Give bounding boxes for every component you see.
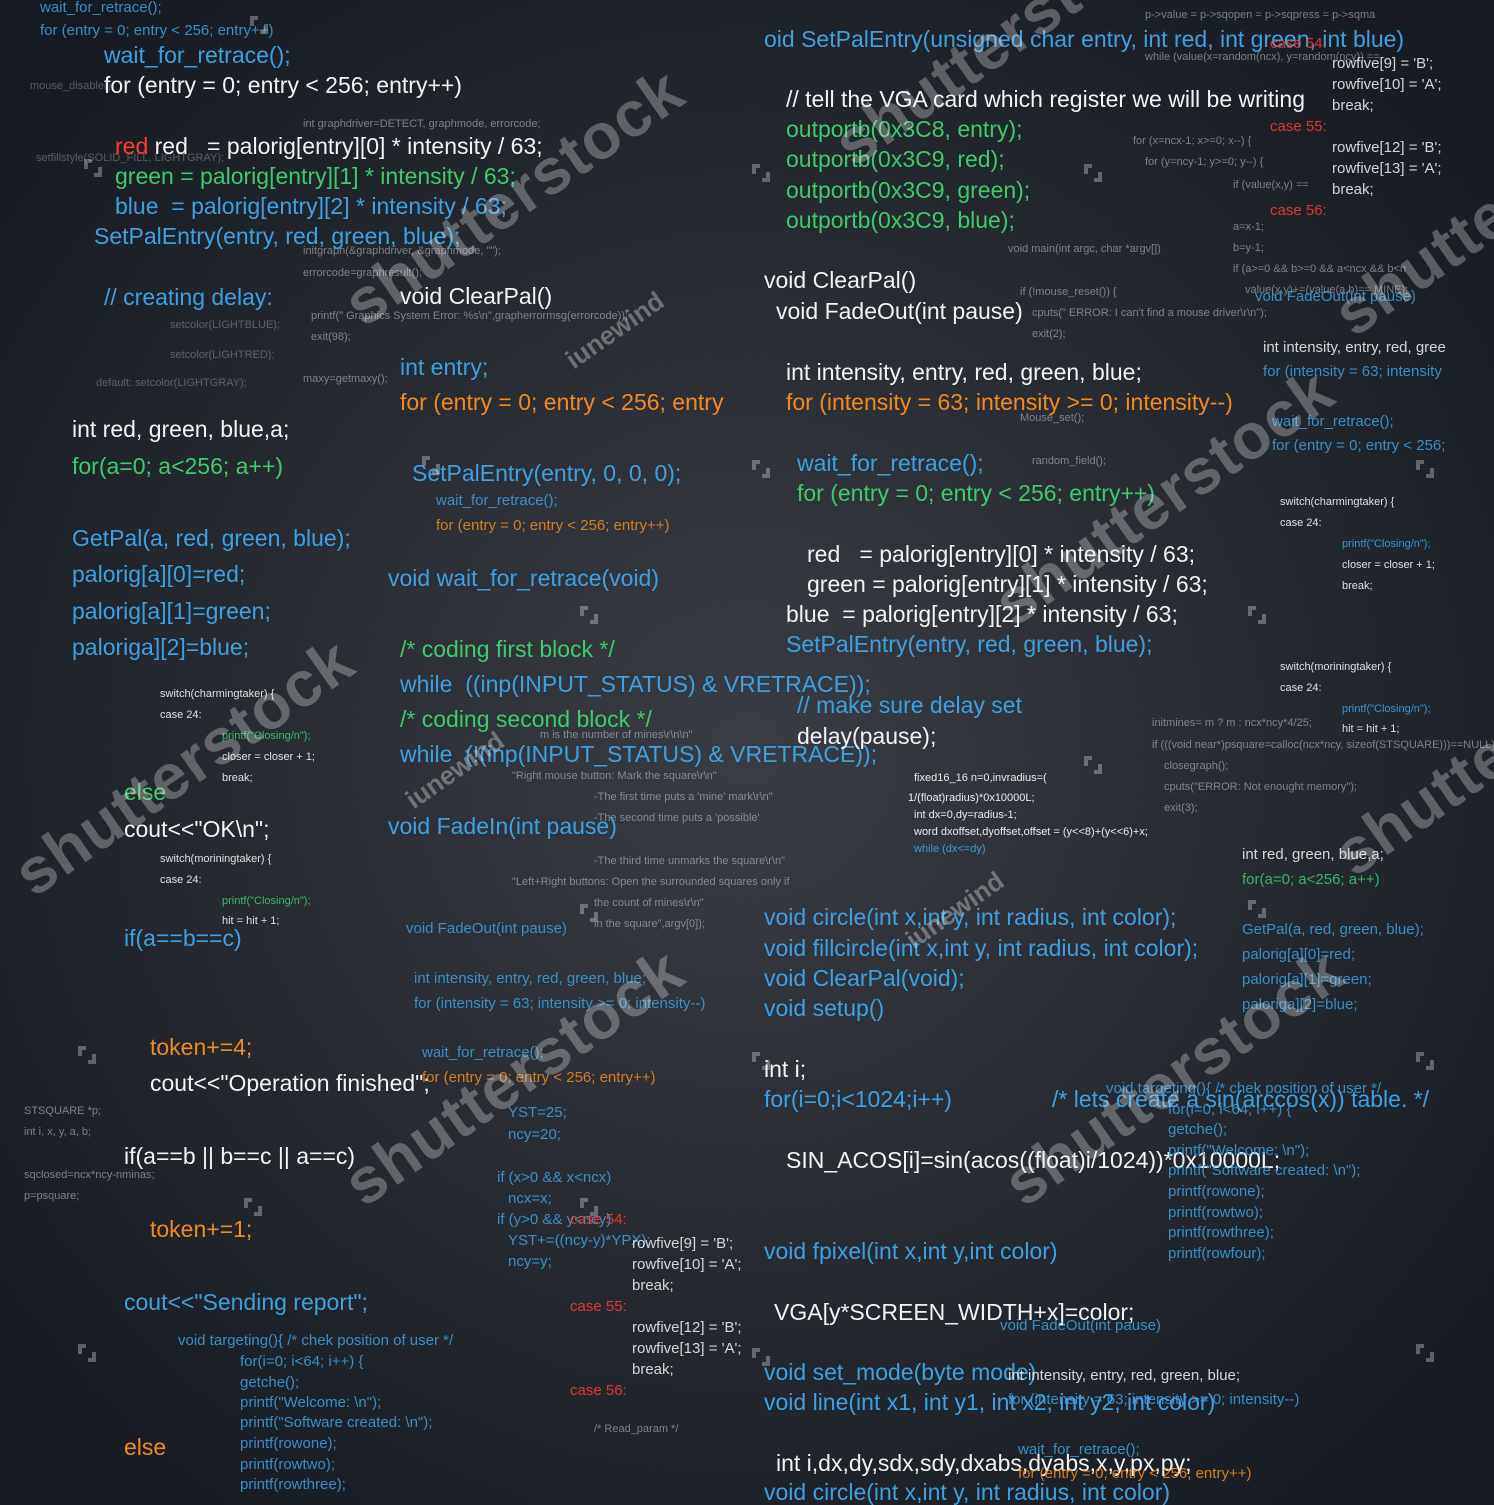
shutterstock-watermark: shutterstock [990,933,1357,1220]
shutterstock-logo-icon [1084,164,1102,182]
shutterstock-watermark: shutterstock [820,0,1187,180]
author-watermark: iunewind [900,865,1010,955]
author-watermark: iunewind [400,725,510,815]
shutterstock-logo-icon [78,1344,96,1362]
shutterstock-logo-icon [752,460,770,478]
shutterstock-watermark: shutterstock [1320,63,1494,350]
shutterstock-watermark: shutterstock [1320,603,1494,890]
shutterstock-logo-icon [78,1046,96,1064]
shutterstock-logo-icon [1084,756,1102,774]
watermark-layer: shutterstock shutterstock shutterstock s… [0,0,1494,1502]
shutterstock-logo-icon [580,904,598,922]
shutterstock-logo-icon [1416,460,1434,478]
shutterstock-logo-icon [1248,606,1266,624]
shutterstock-logo-icon [84,159,102,177]
shutterstock-logo-icon [752,1052,770,1070]
shutterstock-logo-icon [752,164,770,182]
shutterstock-watermark: shutterstock [0,623,367,910]
shutterstock-watermark: shutterstock [980,353,1347,640]
shutterstock-logo-icon [580,606,598,624]
shutterstock-logo-icon [244,1198,262,1216]
shutterstock-logo-icon [1416,1052,1434,1070]
shutterstock-logo-icon [250,16,268,34]
shutterstock-watermark: shutterstock [330,933,697,1220]
shutterstock-logo-icon [422,456,440,474]
shutterstock-logo-icon [1416,1344,1434,1362]
author-watermark: iunewind [560,285,670,375]
shutterstock-logo-icon [752,1348,770,1366]
shutterstock-logo-icon [580,1198,598,1216]
shutterstock-logo-icon [1248,900,1266,918]
